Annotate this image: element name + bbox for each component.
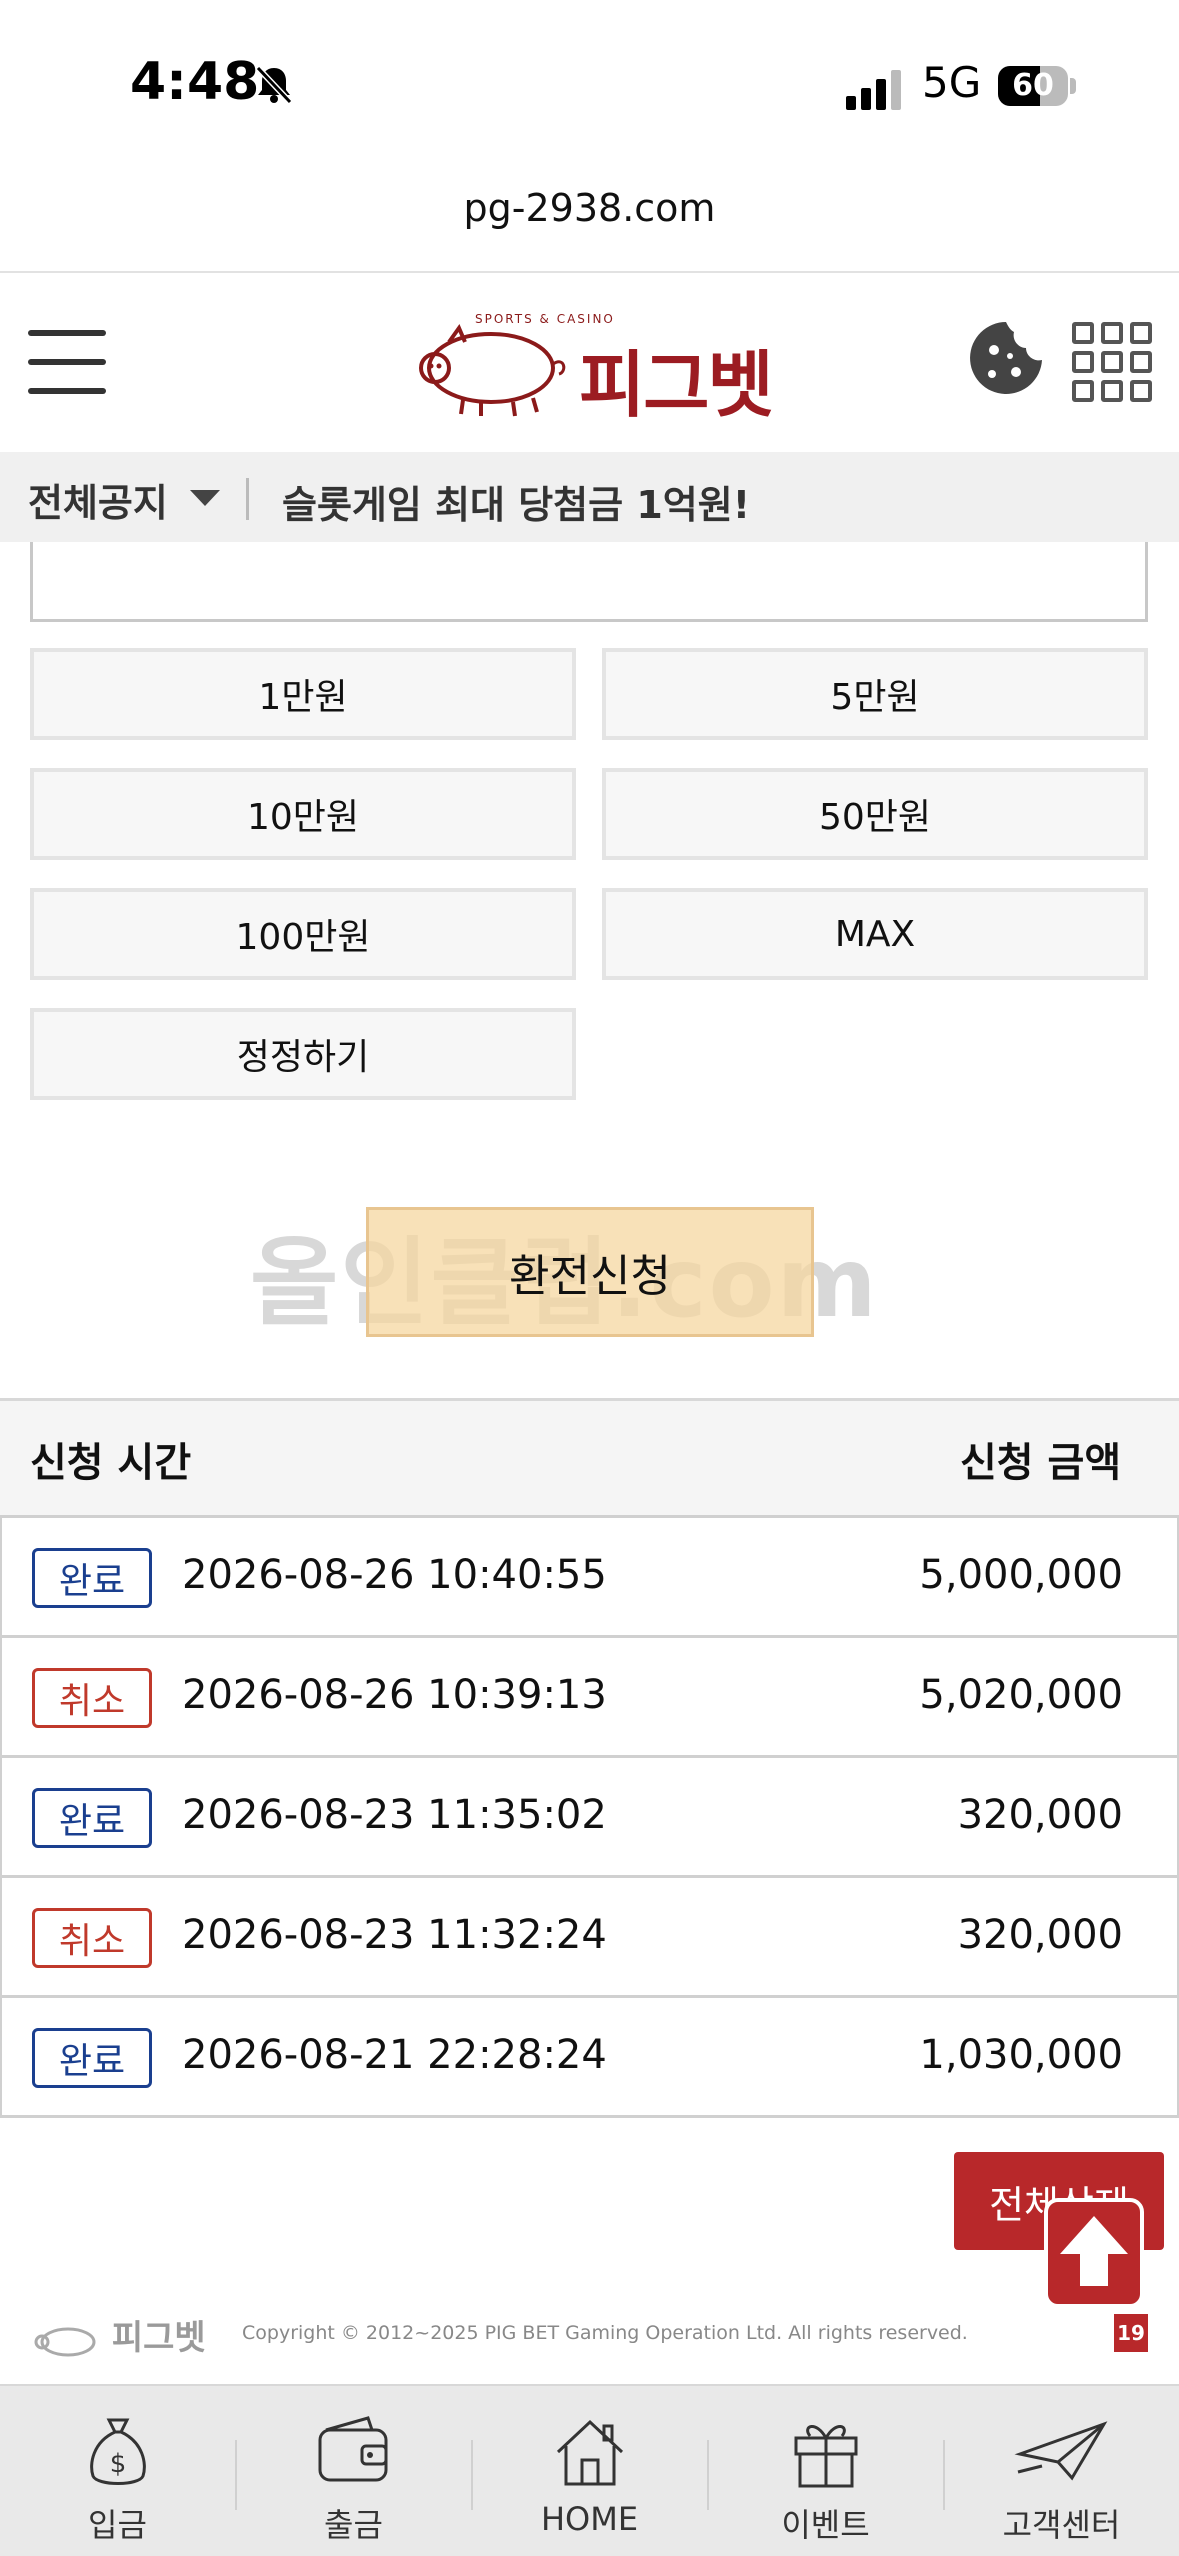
pig-icon xyxy=(419,323,566,417)
status-badge: 완료 xyxy=(32,1548,152,1608)
divider xyxy=(246,478,249,520)
amount-max-button[interactable]: MAX xyxy=(602,888,1148,980)
request-time: 2026-08-26 10:40:55 xyxy=(182,1552,607,1598)
table-row: 취소 2026-08-23 11:32:24 320,000 xyxy=(0,1878,1179,1998)
site-logo[interactable]: SPORTS & CASINO 피그벳 xyxy=(405,312,775,427)
request-time: 2026-08-26 10:39:13 xyxy=(182,1672,607,1718)
gift-icon xyxy=(794,2425,857,2488)
amount-10000-button[interactable]: 1만원 xyxy=(30,648,576,740)
cookie-icon[interactable] xyxy=(966,318,1046,398)
withdraw-request-button[interactable]: 환전신청 xyxy=(366,1207,814,1337)
table-row: 취소 2026-08-26 10:39:13 5,020,000 xyxy=(0,1638,1179,1758)
nav-label: 출금 xyxy=(324,2506,383,2544)
svg-text:$: $ xyxy=(109,2449,126,2479)
table-row: 완료 2026-08-26 10:40:55 5,000,000 xyxy=(0,1518,1179,1638)
browser-url[interactable]: pg-2938.com xyxy=(0,186,1179,230)
status-badge: 취소 xyxy=(32,1908,152,1968)
nav-label: HOME xyxy=(540,2500,639,2538)
notice-label[interactable]: 전체공지 xyxy=(28,472,168,527)
table-row: 완료 2026-08-21 22:28:24 1,030,000 xyxy=(0,1998,1179,2118)
nav-label: 이벤트 xyxy=(781,2506,870,2544)
request-amount: 5,020,000 xyxy=(919,1672,1123,1718)
footer-logo-text: 피그벳 xyxy=(111,2318,206,2358)
amount-100000-button[interactable]: 10만원 xyxy=(30,768,576,860)
logo-subtitle: SPORTS & CASINO xyxy=(475,312,615,326)
request-amount: 320,000 xyxy=(957,1792,1123,1838)
nav-event[interactable]: 이벤트 xyxy=(708,2400,943,2550)
status-badge: 완료 xyxy=(32,1788,152,1848)
status-time: 4:48 xyxy=(130,52,260,112)
money-bag-icon: $ xyxy=(89,2418,146,2485)
pig-icon xyxy=(34,2327,96,2356)
amount-50000-button[interactable]: 5만원 xyxy=(602,648,1148,740)
amount-500000-button[interactable]: 50만원 xyxy=(602,768,1148,860)
amount-input[interactable] xyxy=(30,542,1148,622)
footer-logo: 피그벳 xyxy=(30,2310,206,2360)
signal-icon xyxy=(846,70,901,110)
logo-text: 피그벳 xyxy=(579,343,774,427)
request-time: 2026-08-23 11:32:24 xyxy=(182,1912,607,1958)
nav-deposit[interactable]: $ 입금 xyxy=(0,2400,235,2550)
column-header-time: 신청 시간 xyxy=(30,1440,192,1486)
nav-support[interactable]: 고객센터 xyxy=(944,2400,1179,2550)
request-time: 2026-08-23 11:35:02 xyxy=(182,1792,607,1838)
request-amount: 320,000 xyxy=(957,1912,1123,1958)
home-icon xyxy=(556,2419,623,2486)
scroll-top-button[interactable] xyxy=(1044,2198,1144,2308)
request-amount: 1,030,000 xyxy=(919,2032,1123,2078)
wallet-icon xyxy=(318,2416,387,2482)
nav-label: 입금 xyxy=(88,2506,147,2544)
battery-icon: 60 xyxy=(998,66,1076,106)
arrow-up-icon xyxy=(1060,2216,1128,2286)
status-badge: 취소 xyxy=(32,1668,152,1728)
reset-button[interactable]: 정정하기 xyxy=(30,1008,576,1100)
table-row: 완료 2026-08-23 11:35:02 320,000 xyxy=(0,1758,1179,1878)
column-header-amount: 신청 금액 xyxy=(960,1440,1122,1486)
chevron-down-icon[interactable] xyxy=(190,490,220,506)
status-badge: 완료 xyxy=(32,2028,152,2088)
network-type: 5G xyxy=(922,58,982,107)
paper-plane-icon xyxy=(1013,2421,1107,2481)
divider xyxy=(0,271,1179,273)
amount-1000000-button[interactable]: 100만원 xyxy=(30,888,576,980)
grid-menu-icon[interactable] xyxy=(1072,322,1152,402)
nav-label: 고객센터 xyxy=(1002,2506,1121,2544)
menu-icon[interactable] xyxy=(28,326,106,398)
copyright-text: Copyright © 2012~2025 PIG BET Gaming Ope… xyxy=(242,2322,968,2344)
notice-text[interactable]: 슬롯게임 최대 당첨금 1억원! xyxy=(282,474,750,529)
bell-off-icon xyxy=(255,65,293,105)
request-amount: 5,000,000 xyxy=(919,1552,1123,1598)
request-time: 2026-08-21 22:28:24 xyxy=(182,2032,607,2078)
age-restriction-badge: 19 xyxy=(1114,2314,1148,2352)
nav-withdraw[interactable]: 출금 xyxy=(236,2400,471,2550)
battery-level: 60 xyxy=(1012,68,1054,103)
nav-home[interactable]: HOME xyxy=(472,2400,707,2550)
